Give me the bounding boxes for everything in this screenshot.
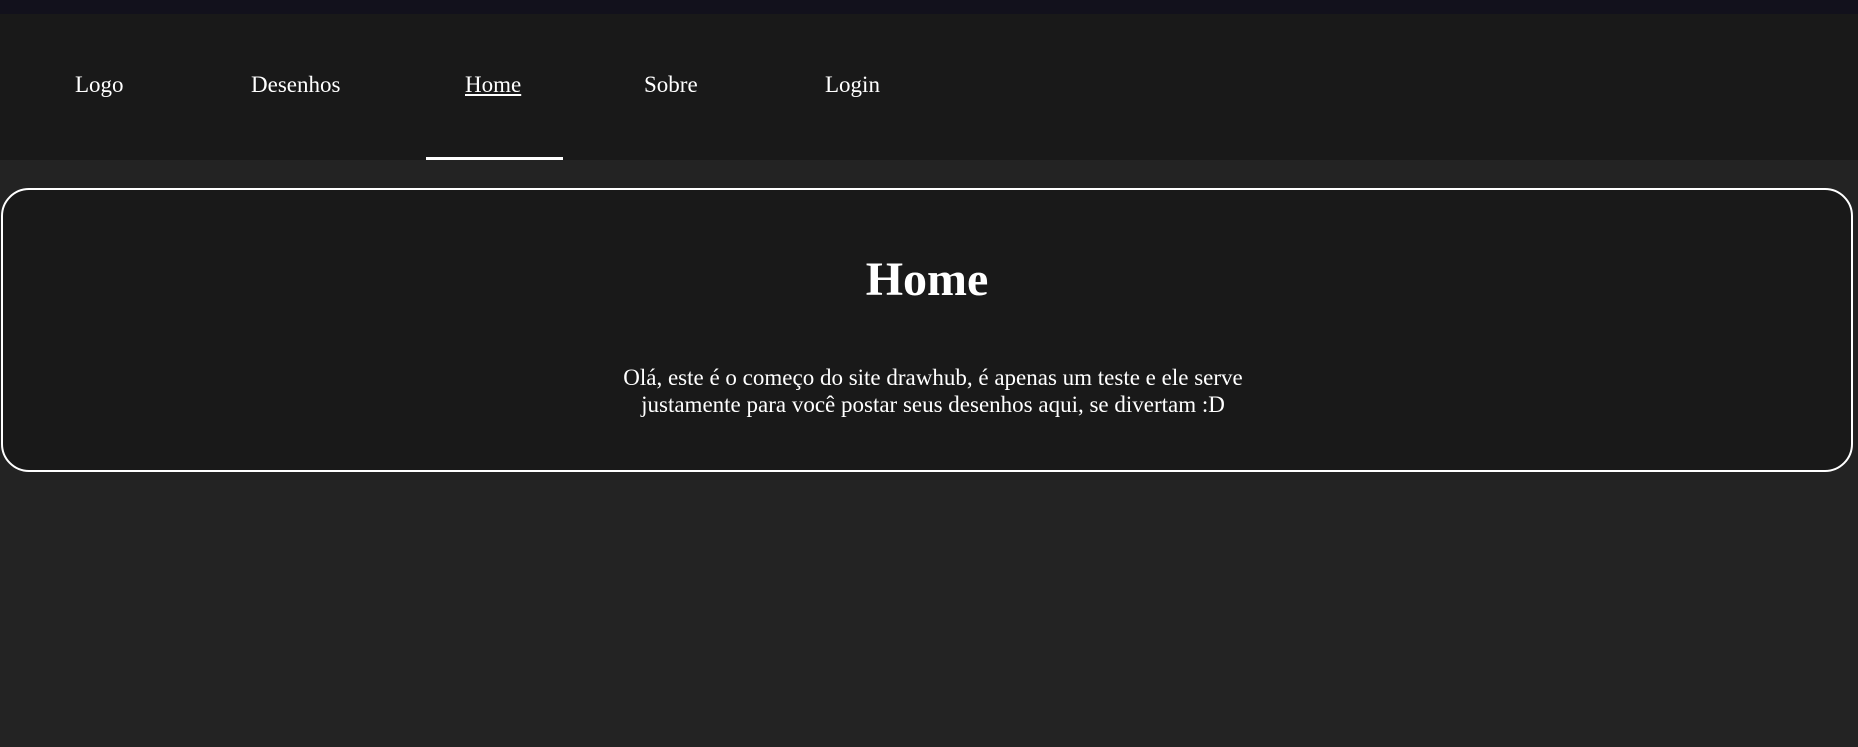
- intro-text: Olá, este é o começo do site drawhub, é …: [623, 365, 1243, 417]
- nav-login[interactable]: Login: [825, 70, 880, 100]
- top-strip: [0, 0, 1858, 14]
- page-title: Home: [865, 253, 989, 306]
- navbar: Logo Desenhos Home Sobre Login: [0, 14, 1858, 160]
- nav-home[interactable]: Home: [465, 70, 521, 100]
- active-tab-indicator: [426, 157, 563, 160]
- nav-sobre[interactable]: Sobre: [644, 70, 698, 100]
- nav-logo[interactable]: Logo: [75, 70, 124, 100]
- home-card: Home Olá, este é o começo do site drawhu…: [1, 188, 1853, 472]
- nav-desenhos[interactable]: Desenhos: [251, 70, 340, 100]
